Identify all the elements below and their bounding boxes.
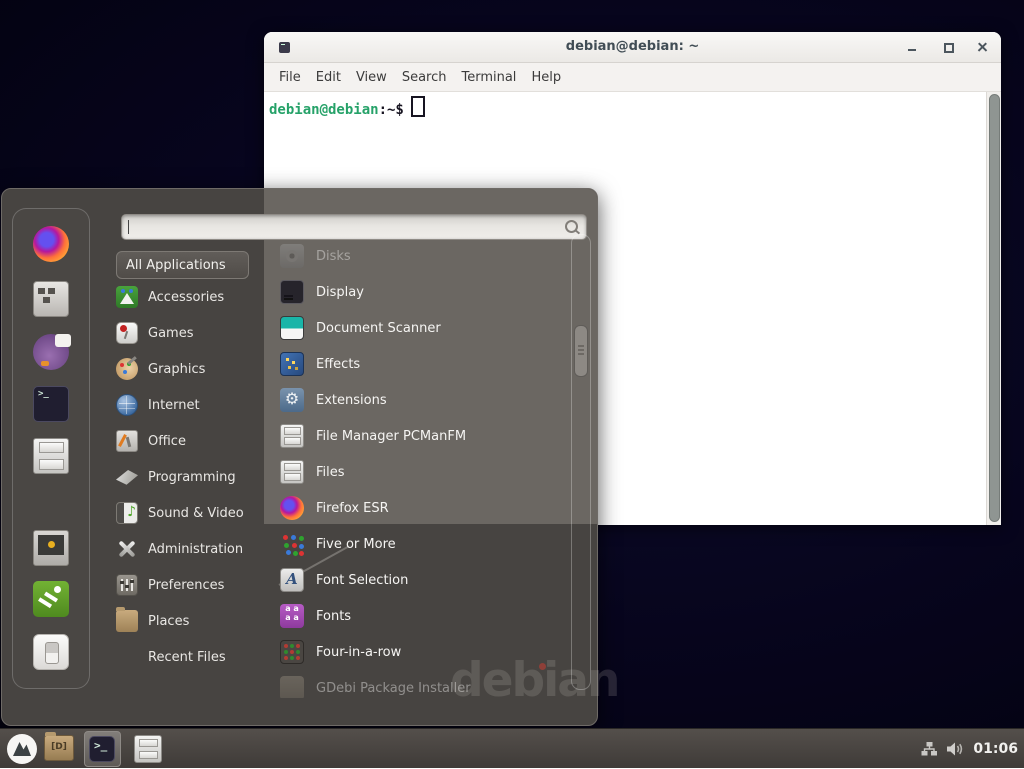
terminal-scrollbar[interactable] bbox=[986, 92, 1001, 525]
menu-edit[interactable]: Edit bbox=[316, 70, 341, 85]
effects-icon bbox=[280, 352, 304, 376]
software-keyboard-icon[interactable] bbox=[33, 281, 69, 317]
terminal-menubar: File Edit View Search Terminal Help bbox=[264, 63, 1001, 92]
preferences-icon bbox=[116, 574, 138, 596]
app-gdebi-package-installer[interactable]: GDebi Package Installer bbox=[280, 670, 566, 698]
volume-icon[interactable] bbox=[946, 741, 965, 757]
system-tray: 01:06 bbox=[921, 729, 1018, 769]
app-font-selection[interactable]: Font Selection bbox=[280, 562, 566, 598]
category-list: Accessories Games Graphics Internet Offi… bbox=[116, 279, 276, 675]
network-icon[interactable] bbox=[921, 741, 938, 757]
category-administration[interactable]: Administration bbox=[116, 531, 276, 567]
category-graphics[interactable]: Graphics bbox=[116, 351, 276, 387]
menu-file[interactable]: File bbox=[279, 70, 301, 85]
category-office[interactable]: Office bbox=[116, 423, 276, 459]
five-or-more-icon bbox=[280, 532, 304, 556]
disks-icon bbox=[280, 244, 304, 268]
app-document-scanner[interactable]: Document Scanner bbox=[280, 310, 566, 346]
file-manager-button[interactable] bbox=[134, 735, 162, 763]
search-caret bbox=[128, 220, 129, 234]
category-internet[interactable]: Internet bbox=[116, 387, 276, 423]
menu-scrollbar[interactable] bbox=[571, 234, 591, 690]
desktop-folder-button[interactable]: [D] bbox=[44, 735, 74, 761]
games-icon bbox=[116, 322, 138, 344]
menu-view[interactable]: View bbox=[356, 70, 387, 85]
file-manager-icon[interactable] bbox=[33, 438, 69, 474]
terminal-cursor bbox=[411, 96, 425, 117]
app-effects[interactable]: Effects bbox=[280, 346, 566, 382]
minimize-icon[interactable] bbox=[906, 41, 919, 54]
menu-button[interactable] bbox=[6, 733, 38, 765]
menu-search[interactable]: Search bbox=[402, 70, 447, 85]
app-firefox-esr[interactable]: Firefox ESR bbox=[280, 490, 566, 526]
prompt-user-host: debian@debian bbox=[269, 102, 379, 118]
category-games[interactable]: Games bbox=[116, 315, 276, 351]
files-icon bbox=[280, 460, 304, 484]
file-manager-icon bbox=[280, 424, 304, 448]
application-menu: debian All Applications Accessories Game… bbox=[1, 188, 598, 726]
firefox-icon bbox=[280, 496, 304, 520]
terminal-window-button[interactable] bbox=[84, 731, 121, 767]
category-places[interactable]: Places bbox=[116, 603, 276, 639]
app-display[interactable]: Display bbox=[280, 274, 566, 310]
all-applications-button[interactable]: All Applications bbox=[116, 251, 249, 279]
terminal-titlebar[interactable]: debian@debian: ~ bbox=[264, 32, 1001, 63]
menu-scrollbar-thumb[interactable] bbox=[574, 325, 588, 377]
app-extensions[interactable]: Extensions bbox=[280, 382, 566, 418]
category-sound-video[interactable]: Sound & Video bbox=[116, 495, 276, 531]
app-five-or-more[interactable]: Five or More bbox=[280, 526, 566, 562]
shell-prompt: debian@debian:~$ bbox=[269, 96, 425, 118]
close-icon[interactable] bbox=[976, 41, 989, 54]
app-fonts[interactable]: Fonts bbox=[280, 598, 566, 634]
app-four-in-a-row[interactable]: Four-in-a-row bbox=[280, 634, 566, 670]
gdebi-icon bbox=[280, 676, 304, 698]
places-icon bbox=[116, 610, 138, 632]
programming-icon bbox=[116, 466, 138, 488]
desktop-folder-badge: [D] bbox=[45, 742, 73, 752]
app-disks[interactable]: Disks bbox=[280, 238, 566, 274]
menu-help[interactable]: Help bbox=[531, 70, 561, 85]
office-icon bbox=[116, 430, 138, 452]
taskbar: [D] 01:06 bbox=[0, 728, 1024, 768]
graphics-icon bbox=[116, 358, 138, 380]
menu-button-icon bbox=[6, 733, 38, 765]
search-icon bbox=[565, 220, 578, 233]
internet-icon bbox=[116, 394, 138, 416]
prompt-path: :~$ bbox=[379, 102, 404, 118]
favorites-panel bbox=[12, 208, 90, 689]
font-selection-icon bbox=[280, 568, 304, 592]
fonts-icon bbox=[280, 604, 304, 628]
maximize-icon[interactable] bbox=[942, 41, 955, 54]
pidgin-icon[interactable] bbox=[33, 334, 69, 370]
terminal-icon[interactable] bbox=[33, 386, 69, 422]
app-file-manager-pcmanfm[interactable]: File Manager PCManFM bbox=[280, 418, 566, 454]
terminal-window-title: debian@debian: ~ bbox=[264, 39, 1001, 54]
app-files[interactable]: Files bbox=[280, 454, 566, 490]
screensaver-icon[interactable] bbox=[33, 530, 69, 566]
terminal-scrollbar-thumb[interactable] bbox=[989, 94, 1000, 522]
category-recent-files[interactable]: Recent Files bbox=[116, 639, 276, 675]
administration-icon bbox=[116, 538, 138, 560]
category-programming[interactable]: Programming bbox=[116, 459, 276, 495]
accessories-icon bbox=[116, 286, 138, 308]
all-applications-label: All Applications bbox=[126, 258, 226, 273]
logout-icon[interactable] bbox=[33, 581, 69, 617]
desktop-background: debian@debian: ~ File Edit View Search T… bbox=[0, 0, 1024, 768]
extensions-icon bbox=[280, 388, 304, 412]
four-in-a-row-icon bbox=[280, 640, 304, 664]
terminal-icon bbox=[89, 736, 115, 762]
firefox-icon[interactable] bbox=[33, 226, 69, 262]
clock[interactable]: 01:06 bbox=[973, 741, 1018, 757]
document-scanner-icon bbox=[280, 316, 304, 340]
category-preferences[interactable]: Preferences bbox=[116, 567, 276, 603]
no-icon-spacer bbox=[116, 646, 138, 668]
sound-video-icon bbox=[116, 502, 138, 524]
menu-terminal[interactable]: Terminal bbox=[461, 70, 516, 85]
category-accessories[interactable]: Accessories bbox=[116, 279, 276, 315]
display-icon bbox=[280, 280, 304, 304]
shutdown-icon[interactable] bbox=[33, 634, 69, 670]
application-list: Disks Display Document Scanner Effects E… bbox=[280, 236, 566, 698]
